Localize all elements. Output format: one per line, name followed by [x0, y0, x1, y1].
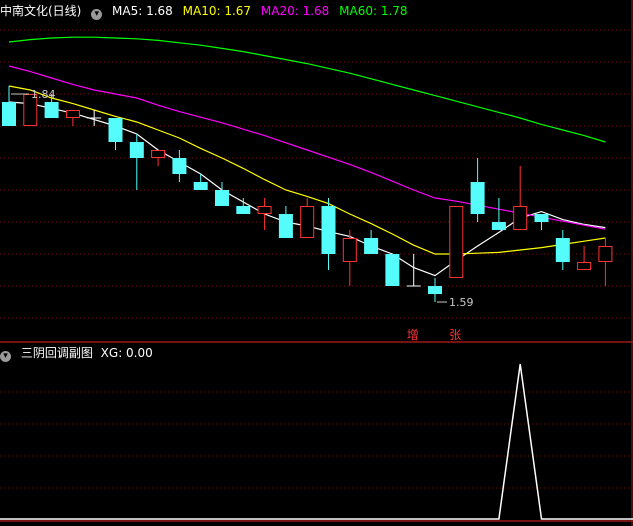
indicator-toggle-icon[interactable]: ▾: [91, 9, 103, 20]
candle-down: [364, 238, 379, 254]
ma20-label: MA20: 1.68: [260, 4, 330, 18]
main-kline-chart: 1.84 1.59 增 张: [0, 0, 633, 526]
ma60-line: [8, 36, 606, 143]
sub-indicator-toggle-icon[interactable]: ▾: [0, 351, 11, 362]
candle-up: [300, 206, 315, 238]
chart-stage: 1.84 1.59 增 张 中南文化(日线) ▾ MA5: 1.68 MA10: 1.…: [0, 0, 633, 526]
marker-zhang: 张: [449, 328, 461, 342]
candle-up: [598, 246, 613, 262]
candle-up: [513, 206, 528, 230]
candle-up: [449, 206, 464, 278]
candle-up: [151, 150, 166, 158]
stock-title: 中南文化(日线): [0, 4, 82, 18]
candle-up: [577, 262, 592, 270]
candle-down: [385, 254, 400, 286]
candle-down: [215, 190, 229, 206]
candle-down: [108, 118, 123, 142]
candle-down: [428, 286, 442, 294]
candle-down: [193, 182, 208, 190]
candle-down: [236, 206, 251, 214]
low-label: 1.59: [449, 296, 474, 309]
xg-line: [0, 363, 633, 520]
candle-down: [278, 214, 293, 238]
sub-legend: ▾ 三阴回调副图 XG: 0.00: [0, 342, 159, 364]
ma60-label: MA60: 1.78: [339, 4, 408, 18]
candle-down: [172, 158, 187, 174]
candle-up: [257, 206, 272, 214]
candle-down: [491, 222, 506, 230]
candle-up: [65, 110, 80, 118]
high-label: 1.84: [31, 88, 56, 101]
sub-title: 三阴回调副图: [20, 346, 93, 360]
candle-down: [129, 142, 144, 158]
candle-down: [470, 182, 485, 214]
candle-up: [342, 238, 357, 262]
ma10-label: MA10: 1.67: [182, 4, 252, 18]
xg-label: XG: 0.00: [100, 346, 153, 360]
main-legend: 中南文化(日线) ▾ MA5: 1.68 MA10: 1.67 MA20: 1.…: [0, 0, 414, 22]
candle-down: [44, 102, 59, 118]
ma5-line: [8, 101, 606, 277]
marker-zeng: 增: [407, 328, 419, 342]
candle-down: [555, 238, 570, 262]
ma5-label: MA5: 1.68: [112, 4, 173, 18]
candle-down: [321, 206, 336, 254]
candle-down: [534, 214, 549, 222]
candle-down: [2, 102, 16, 126]
